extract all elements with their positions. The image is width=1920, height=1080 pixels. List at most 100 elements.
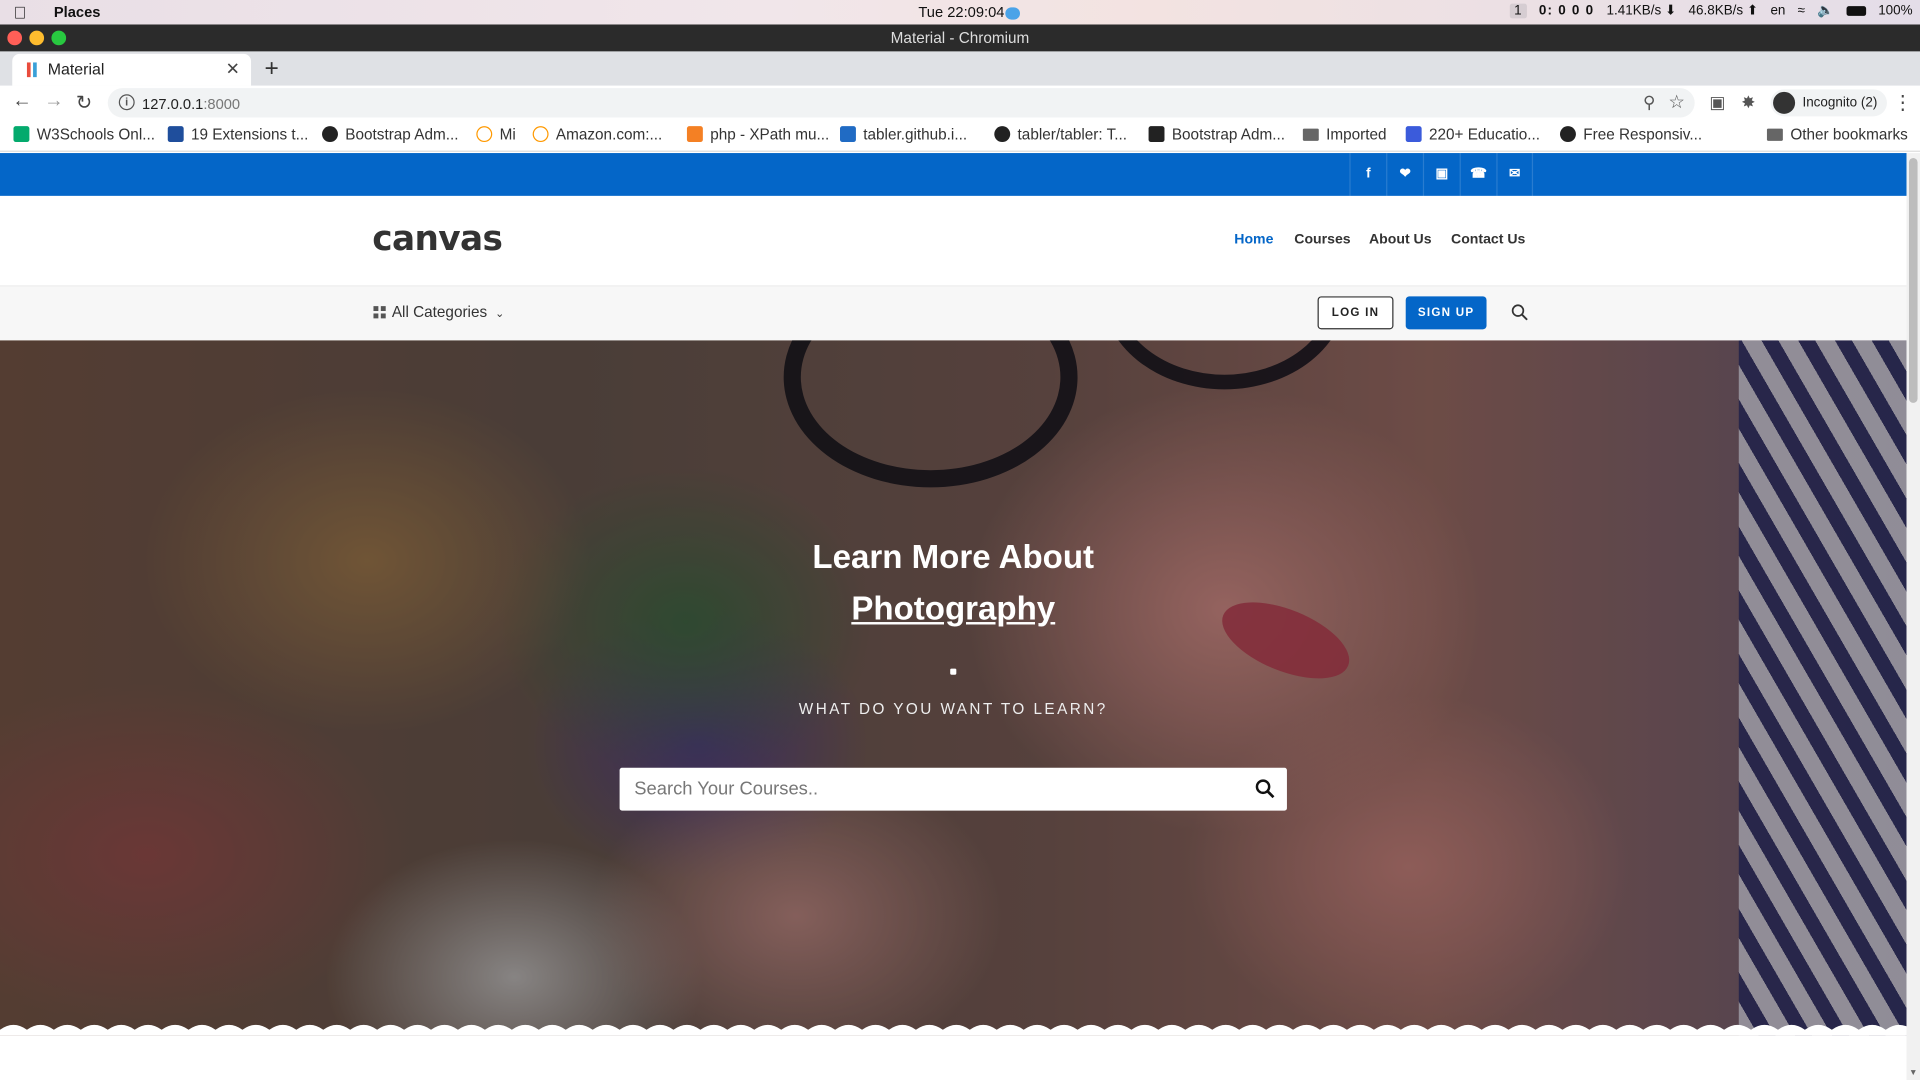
bookmark-item[interactable]: tabler/tabler: T...	[994, 126, 1127, 143]
other-bookmarks-folder[interactable]: Other bookmarks	[1767, 126, 1908, 143]
bookmark-label: 19 Extensions t...	[191, 126, 309, 144]
grid-icon	[373, 306, 386, 319]
bookmark-label: W3Schools Onl...	[36, 126, 155, 144]
bookmark-item[interactable]: tabler.github.i...	[840, 126, 967, 143]
os-menu-bar:  Places Tue 22:09:04 1 0: 0 0 0 1.41KB/…	[0, 0, 1920, 25]
hero-topic-link[interactable]: Photography	[851, 590, 1055, 627]
social-top-bar: f ❤ ▣ ☎ ✉	[0, 153, 1907, 196]
tab-material[interactable]: Material ✕	[12, 53, 252, 86]
maximize-window-button[interactable]	[51, 30, 67, 46]
timer-readout: 0: 0 0 0	[1538, 3, 1595, 18]
bookmark-item[interactable]: Mi	[476, 126, 516, 143]
scrollbar-thumb[interactable]	[1908, 157, 1918, 403]
nav-home[interactable]: Home	[1234, 233, 1273, 248]
input-language[interactable]: en	[1770, 3, 1785, 18]
nav-contact-us[interactable]: Contact Us	[1451, 233, 1525, 248]
browser-menu-icon[interactable]: ⋮	[1893, 91, 1913, 115]
tab-strip: Material ✕ +	[0, 51, 1920, 86]
new-tab-button[interactable]: +	[264, 55, 278, 83]
page-scrollbar[interactable]: ▼	[1906, 153, 1920, 1080]
nav-about-us[interactable]: About Us	[1369, 233, 1432, 248]
signup-button[interactable]: SIGN UP	[1405, 296, 1487, 330]
bootstrap-icon	[1148, 126, 1165, 143]
scroll-down-arrow-icon[interactable]: ▼	[1909, 1069, 1917, 1078]
window-title: Material - Chromium	[890, 29, 1030, 47]
facebook-icon[interactable]: f	[1349, 153, 1386, 196]
site-favicon-icon	[24, 62, 39, 78]
minimize-window-button[interactable]	[29, 30, 45, 46]
search-icon[interactable]	[1255, 779, 1275, 799]
bookmark-label: Bootstrap Adm...	[345, 126, 459, 144]
hero-section: Learn More About Photography WHAT DO YOU…	[0, 340, 1907, 1036]
page-viewport: f ❤ ▣ ☎ ✉ canvas Home Courses About Us C…	[0, 153, 1920, 1080]
browser-toolbar: ← → ↻ i 127.0.0.1:8000 ⚲ ☆ ▣ ✸ Incognito…	[0, 85, 1920, 121]
url-text[interactable]: 127.0.0.1:8000	[142, 96, 240, 113]
instagram-icon[interactable]: ▣	[1422, 153, 1460, 196]
wifi-icon[interactable]: ≈	[1798, 3, 1805, 18]
net-up-readout: 46.8KB/s ⬆	[1688, 3, 1759, 19]
bookmark-item[interactable]: php - XPath mu...	[686, 126, 829, 143]
forward-arrow-icon[interactable]: →	[44, 91, 64, 113]
net-down-readout: 1.41KB/s ⬇	[1606, 3, 1677, 19]
all-categories-dropdown[interactable]: All Categories ⌄	[373, 304, 504, 321]
reload-icon[interactable]: ↻	[76, 91, 92, 115]
screen:  Places Tue 22:09:04 1 0: 0 0 0 1.41KB/…	[0, 0, 1920, 1080]
twitter-icon[interactable]: ❤	[1386, 153, 1423, 196]
chevron-down-icon: ⌄	[495, 307, 505, 320]
cast-icon[interactable]: ▣	[1709, 92, 1725, 113]
status-area: 1 0: 0 0 0 1.41KB/s ⬇ 46.8KB/s ⬆ en ≈ 🔈 …	[1509, 2, 1913, 19]
tab-title: Material	[47, 60, 105, 79]
bookmark-item[interactable]: 220+ Educatio...	[1405, 126, 1541, 144]
folder-icon	[1767, 128, 1784, 141]
bookmark-item[interactable]: W3Schools Onl...	[13, 126, 155, 143]
typing-cursor	[950, 668, 957, 675]
hero-subtitle: WHAT DO YOU WANT TO LEARN?	[798, 700, 1108, 718]
workspace-indicator[interactable]: 1	[1509, 3, 1527, 18]
bookmark-label: 220+ Educatio...	[1428, 126, 1541, 144]
amazon-icon	[532, 126, 549, 143]
bookmark-star-icon[interactable]: ☆	[1668, 91, 1684, 113]
bookmark-item[interactable]: Amazon.com:...	[532, 126, 663, 144]
battery-icon[interactable]	[1846, 5, 1866, 16]
back-arrow-icon[interactable]: ←	[12, 91, 32, 113]
site-logo[interactable]: canvas	[372, 218, 503, 258]
clock[interactable]: Tue 22:09:04	[918, 4, 1021, 21]
extensions-puzzle-icon[interactable]: ✸	[1741, 92, 1755, 113]
profile-incognito-button[interactable]: Incognito (2)	[1770, 89, 1888, 117]
email-icon[interactable]: ✉	[1496, 153, 1534, 196]
url-port: :8000	[203, 95, 241, 113]
categories-label: All Categories	[391, 303, 488, 321]
search-icon[interactable]: ⚲	[1643, 92, 1656, 113]
address-bar[interactable]: i 127.0.0.1:8000 ⚲ ☆	[107, 88, 1695, 118]
apple-icon[interactable]: 	[13, 2, 26, 22]
bookmark-label: Other bookmarks	[1790, 126, 1908, 144]
bookmark-item[interactable]: 19 Extensions t...	[167, 126, 309, 144]
bookmarks-bar: W3Schools Onl... 19 Extensions t... Boot…	[0, 120, 1920, 152]
bookmark-favicon-icon	[167, 126, 184, 143]
close-window-button[interactable]	[7, 30, 23, 46]
github-icon	[994, 126, 1011, 143]
site-info-icon[interactable]: i	[118, 94, 135, 111]
tabler-icon	[840, 126, 856, 143]
nav-courses[interactable]: Courses	[1294, 233, 1350, 248]
close-tab-icon[interactable]: ✕	[226, 59, 240, 80]
bookmark-label: Free Responsiv...	[1583, 126, 1703, 144]
bookmark-label: tabler.github.i...	[863, 126, 968, 144]
hero-overlay	[0, 340, 1907, 1036]
bookmark-item[interactable]: Bootstrap Adm...	[322, 126, 458, 143]
hero-title-line2: Photography	[0, 590, 1907, 628]
login-button[interactable]: LOG IN	[1317, 296, 1394, 330]
volume-icon[interactable]: 🔈	[1817, 2, 1834, 19]
net-up-text: 46.8KB/s	[1688, 3, 1744, 19]
url-host: 127.0.0.1	[142, 95, 204, 113]
phone-icon[interactable]: ☎	[1459, 153, 1497, 196]
bookmark-item[interactable]: Free Responsiv...	[1560, 126, 1702, 143]
bookmark-label: Amazon.com:...	[555, 126, 663, 144]
window-title-bar: Material - Chromium	[0, 24, 1920, 52]
app-menu-places[interactable]: Places	[54, 4, 101, 21]
stackoverflow-icon	[686, 126, 703, 143]
course-search-input[interactable]	[619, 767, 1232, 811]
bookmark-folder-imported[interactable]: Imported	[1302, 126, 1387, 143]
bookmark-item[interactable]: Bootstrap Adm...	[1148, 126, 1285, 143]
search-icon[interactable]	[1511, 304, 1528, 321]
